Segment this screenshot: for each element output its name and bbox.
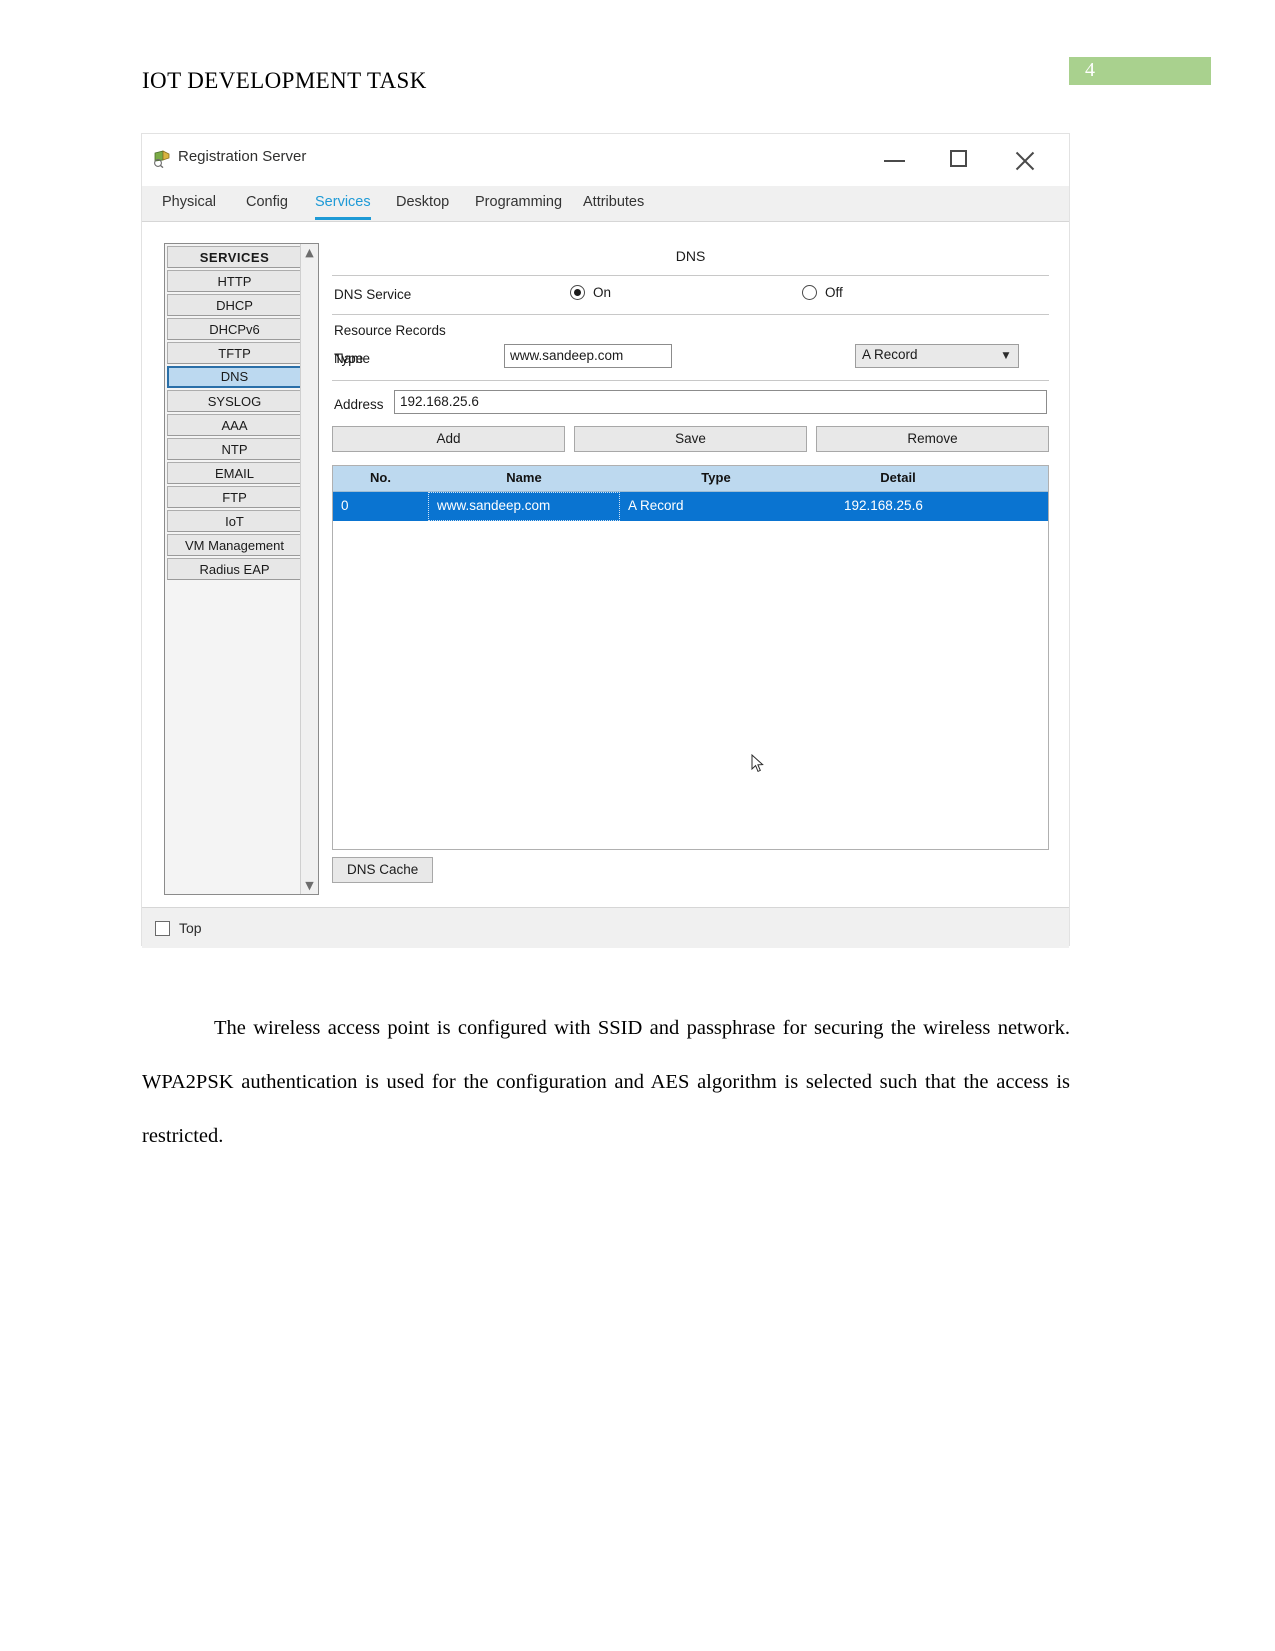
packet-tracer-device-icon (152, 148, 172, 169)
window-titlebar: Registration Server (142, 134, 1069, 186)
sidebar-item-dhcp[interactable]: DHCP (167, 294, 302, 316)
cell-no: 0 (341, 498, 349, 513)
column-header-no[interactable]: No. (333, 466, 428, 491)
chevron-down-icon: ▼ (1002, 351, 1010, 361)
window-bottom-bar: Top (142, 908, 1069, 948)
close-button[interactable] (1002, 134, 1048, 186)
sidebar-item-email[interactable]: EMAIL (167, 462, 302, 484)
panel-title: DNS (675, 248, 706, 264)
sidebar-scrollbar[interactable]: ▲ ▼ (300, 244, 318, 894)
radio-on-icon (570, 285, 585, 300)
body-paragraph: The wireless access point is configured … (142, 1016, 1070, 1147)
sidebar-item-dhcpv6[interactable]: DHCPv6 (167, 318, 302, 340)
table-row[interactable]: 0 www.sandeep.com A Record 192.168.25.6 (333, 492, 1048, 521)
cell-detail: 192.168.25.6 (844, 498, 923, 513)
registration-server-window: Registration Server Physical Config Serv… (141, 133, 1070, 948)
sidebar-header-services: SERVICES (167, 246, 302, 268)
tab-attributes[interactable]: Attributes (583, 186, 644, 221)
tab-programming[interactable]: Programming (475, 186, 562, 221)
minimize-button[interactable] (872, 134, 918, 186)
tab-config[interactable]: Config (246, 186, 288, 221)
sidebar-item-http[interactable]: HTTP (167, 270, 302, 292)
remove-button[interactable]: Remove (816, 426, 1049, 452)
radio-dns-on[interactable]: On (570, 285, 611, 300)
radio-off-icon (802, 285, 817, 300)
sidebar-item-syslog[interactable]: SYSLOG (167, 390, 302, 412)
window-title: Registration Server (178, 148, 307, 165)
sidebar-item-ntp[interactable]: NTP (167, 438, 302, 460)
column-header-name[interactable]: Name (428, 466, 620, 491)
type-label: Type (334, 351, 364, 366)
save-button[interactable]: Save (574, 426, 807, 452)
services-sidebar: SERVICES HTTP DHCP DHCPv6 TFTP DNS SYSLO… (164, 243, 319, 895)
dns-records-table: No. Name Type Detail 0 www.sandeep.com A… (332, 465, 1049, 850)
dns-service-row: DNS Service On Off (332, 276, 1049, 314)
chevron-up-icon[interactable]: ▲ (301, 244, 318, 261)
sidebar-item-vm-management[interactable]: VM Management (167, 534, 302, 556)
tab-services[interactable]: Services (315, 186, 371, 221)
column-header-detail[interactable]: Detail (812, 466, 984, 491)
table-header-row: No. Name Type Detail (333, 466, 1048, 492)
radio-on-label: On (593, 285, 612, 300)
sidebar-item-tftp[interactable]: TFTP (167, 342, 302, 364)
name-row: Name www.sandeep.com Type A Record ▼ (332, 344, 1049, 376)
tab-desktop[interactable]: Desktop (396, 186, 449, 221)
tab-physical[interactable]: Physical (162, 186, 216, 221)
sidebar-item-ftp[interactable]: FTP (167, 486, 302, 508)
sidebar-item-dns[interactable]: DNS (167, 366, 302, 388)
minimize-icon (884, 160, 905, 162)
cell-type: A Record (628, 498, 684, 513)
page-number-value: 4 (1085, 59, 1095, 81)
checkbox-icon (155, 920, 170, 936)
dns-panel: DNS DNS Service On Off Resource Records … (332, 243, 1049, 895)
cell-name: www.sandeep.com (428, 492, 620, 521)
column-header-type[interactable]: Type (620, 466, 812, 491)
maximize-button[interactable] (937, 134, 983, 186)
top-checkbox[interactable]: Top (155, 920, 202, 936)
record-type-select[interactable]: A Record ▼ (855, 344, 1019, 368)
record-type-value: A Record (862, 347, 918, 362)
services-content: SERVICES HTTP DHCP DHCPv6 TFTP DNS SYSLO… (142, 222, 1069, 908)
sidebar-item-iot[interactable]: IoT (167, 510, 302, 532)
dns-service-label: DNS Service (334, 287, 412, 302)
page-number-badge: 4 (1069, 57, 1211, 85)
maximize-icon (950, 150, 967, 167)
divider-name (332, 380, 1049, 381)
radio-off-label: Off (825, 285, 843, 300)
resource-records-label: Resource Records (334, 323, 446, 338)
add-button[interactable]: Add (332, 426, 565, 452)
page-title: IOT DEVELOPMENT TASK (142, 68, 427, 93)
sidebar-item-aaa[interactable]: AAA (167, 414, 302, 436)
services-list: SERVICES HTTP DHCP DHCPv6 TFTP DNS SYSLO… (167, 246, 302, 582)
address-row: Address 192.168.25.6 (332, 390, 1049, 426)
address-label: Address (334, 397, 384, 412)
dns-cache-row: DNS Cache (332, 857, 1049, 883)
name-input[interactable]: www.sandeep.com (504, 344, 672, 368)
chevron-down-icon[interactable]: ▼ (301, 877, 318, 894)
radio-dns-off[interactable]: Off (802, 285, 843, 300)
tab-bar: Physical Config Services Desktop Program… (142, 186, 1069, 222)
dns-cache-button[interactable]: DNS Cache (332, 857, 434, 883)
mouse-cursor-icon (751, 753, 765, 774)
address-input[interactable]: 192.168.25.6 (394, 390, 1047, 414)
sidebar-item-radius-eap[interactable]: Radius EAP (167, 558, 302, 580)
record-action-buttons: Add Save Remove (332, 426, 1049, 458)
top-checkbox-label: Top (179, 920, 202, 936)
